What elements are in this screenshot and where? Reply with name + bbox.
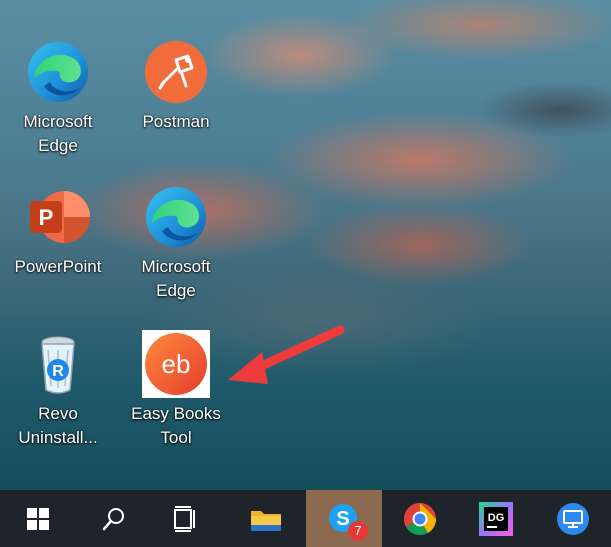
icon-label-line1: Revo [38,404,78,423]
edge-icon [28,42,88,102]
search-icon [102,507,124,530]
start-button[interactable] [0,490,76,547]
icon-label-line2: Tool [160,428,192,447]
taskbar: S 7 DG [0,490,611,547]
svg-text:DG: DG [488,512,505,524]
windows-start-icon [27,507,49,530]
skype-button[interactable]: S 7 [306,490,382,547]
icon-label-line2: Edge [38,136,78,155]
easy-books-logo: eb [145,333,207,395]
desktop-icon-revo-uninstaller[interactable]: R Revo Uninstall... [10,330,106,470]
icon-label-line1: Microsoft [141,257,211,276]
task-view-button[interactable] [148,490,224,547]
svg-text:eb: eb [162,349,191,379]
svg-text:R: R [52,363,64,380]
desktop-icon-microsoft-edge[interactable]: Microsoft Edge [10,38,106,178]
desktop-icon-microsoft-edge-2[interactable]: Microsoft Edge [128,183,224,323]
icon-label-line2: Edge [156,281,196,300]
file-explorer-button[interactable] [228,490,304,547]
powerpoint-icon: P [30,191,90,243]
svg-text:P: P [39,205,54,230]
desktop-icon-powerpoint[interactable]: P PowerPoint [10,183,106,323]
folder-icon [251,510,281,531]
datagrip-button[interactable]: DG [458,490,534,547]
desktop-icon-postman[interactable]: Postman [128,38,224,178]
easy-books-icon: eb [142,330,210,398]
icon-label-line1: Easy Books [131,404,221,423]
skype-icon-wrap: S 7 [326,501,368,541]
icon-label-line1: Microsoft [23,112,93,131]
task-view-icon [174,505,195,532]
icon-label-line2: Uninstall... [18,428,98,447]
edge-icon [146,187,206,247]
recycle-bin-icon: R [41,336,75,394]
icon-label-line1: Postman [142,112,210,131]
icon-label-line1: PowerPoint [14,257,102,276]
remote-desktop-button[interactable] [535,490,611,547]
desktop[interactable]: Microsoft Edge Postman P PowerPoint Micr… [0,0,611,490]
search-button[interactable] [76,490,152,547]
postman-icon [145,41,207,103]
datagrip-icon: DG [479,501,513,536]
remote-desktop-icon [557,502,589,535]
chrome-button[interactable] [382,490,458,547]
chrome-icon [403,502,437,535]
notification-badge: 7 [348,520,368,541]
desktop-icon-easy-books-tool[interactable]: eb Easy Books Tool [128,330,224,470]
svg-text:S: S [336,508,349,530]
